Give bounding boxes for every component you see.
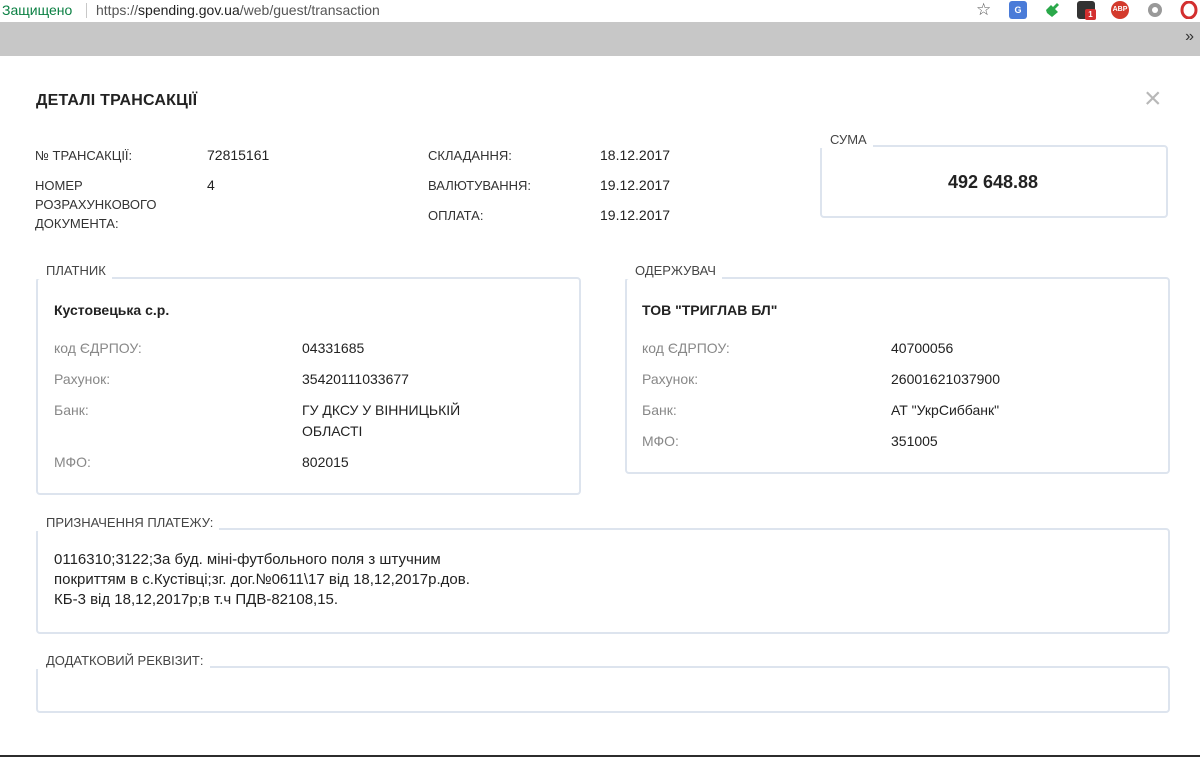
bookmarks-overflow-button[interactable]: » xyxy=(1185,28,1194,46)
payer-name: Кустовецька с.р. xyxy=(54,302,170,318)
circle-extension-icon[interactable] xyxy=(1146,1,1164,19)
recipient-legend: ОДЕРЖУВАЧ xyxy=(625,263,722,279)
payer-edrpou-label: код ЄДРПОУ: xyxy=(54,340,142,356)
purpose-line-2: покриттям в с.Кустівці;зг. дог.№0611\17 … xyxy=(54,571,470,588)
puzzle-icon[interactable] xyxy=(1043,1,1061,19)
translate-icon[interactable]: G xyxy=(1009,1,1027,19)
url-scheme: https:// xyxy=(96,2,139,18)
ghost-extension-icon[interactable]: 1 xyxy=(1077,1,1096,20)
url-text[interactable]: https://spending.gov.ua/web/guest/transa… xyxy=(96,0,380,20)
sum-legend: СУМА xyxy=(820,132,873,148)
payment-date-label: ОПЛАТА: xyxy=(428,208,484,223)
close-icon[interactable]: × xyxy=(1144,84,1162,114)
star-icon[interactable]: ☆ xyxy=(976,0,991,20)
address-separator xyxy=(86,3,87,18)
recipient-mfo-label: МФО: xyxy=(642,433,679,449)
transaction-dialog: ДЕТАЛІ ТРАНСАКЦІЇ × № ТРАНСАКЦІЇ: 728151… xyxy=(0,56,1200,755)
payer-account-label: Рахунок: xyxy=(54,371,111,387)
document-number-label-line1: НОМЕР xyxy=(35,178,83,193)
payer-bank-label: Банк: xyxy=(54,402,89,418)
document-number-label-line2: РОЗРАХУНКОВОГО xyxy=(35,197,157,212)
payer-legend: ПЛАТНИК xyxy=(36,263,112,279)
payment-date-value: 19.12.2017 xyxy=(600,207,671,223)
document-number-value: 4 xyxy=(207,177,215,193)
secure-label[interactable]: Защищено xyxy=(2,0,72,20)
purpose-text: 0116310;3122;За буд. міні-футбольного по… xyxy=(54,550,594,610)
payer-mfo-value: 802015 xyxy=(302,454,349,470)
adblock-icon[interactable]: ABP xyxy=(1111,1,1129,19)
compiled-date-value: 18.12.2017 xyxy=(600,147,671,163)
recipient-name: ТОВ "ТРИГЛАВ БЛ" xyxy=(642,302,778,318)
recipient-mfo-value: 351005 xyxy=(891,433,938,449)
transaction-number-label: № ТРАНСАКЦІЇ: xyxy=(35,148,133,163)
recipient-account-value: 26001621037900 xyxy=(891,371,1001,387)
value-date-label: ВАЛЮТУВАННЯ: xyxy=(428,178,532,193)
url-path: /web/guest/transaction xyxy=(239,2,380,18)
dialog-title: ДЕТАЛІ ТРАНСАКЦІЇ xyxy=(36,92,198,109)
extra-requisite-box xyxy=(36,666,1170,713)
purpose-legend: ПРИЗНАЧЕННЯ ПЛАТЕЖУ: xyxy=(36,515,220,531)
document-number-label-line3: ДОКУМЕНТА: xyxy=(35,216,119,231)
purpose-line-1: 0116310;3122;За буд. міні-футбольного по… xyxy=(54,551,441,568)
url-host: spending.gov.ua xyxy=(138,2,240,18)
sum-value: 492 648.88 xyxy=(947,172,1039,192)
address-bar[interactable]: Защищено https://spending.gov.ua/web/gue… xyxy=(0,0,1200,22)
opera-icon[interactable] xyxy=(1180,0,1198,20)
payer-bank-value-line2: ОБЛАСТІ xyxy=(302,423,363,439)
extra-requisite-legend: ДОДАТКОВИЙ РЕКВІЗИТ: xyxy=(36,653,210,669)
recipient-bank-label: Банк: xyxy=(642,402,677,418)
payer-edrpou-value: 04331685 xyxy=(302,340,365,356)
value-date-value: 19.12.2017 xyxy=(600,177,671,193)
payer-mfo-label: МФО: xyxy=(54,454,91,470)
recipient-bank-value: АТ "УкрСиббанк" xyxy=(891,402,1000,418)
compiled-date-label: СКЛАДАННЯ: xyxy=(428,148,512,163)
payer-account-value: 35420111033677 xyxy=(302,371,409,387)
purpose-line-3: КБ-3 від 18,12,2017р;в т.ч ПДВ-82108,15. xyxy=(54,591,339,608)
recipient-account-label: Рахунок: xyxy=(642,371,699,387)
bookmarks-bar: » xyxy=(0,22,1200,56)
recipient-edrpou-label: код ЄДРПОУ: xyxy=(642,340,730,356)
recipient-edrpou-value: 40700056 xyxy=(891,340,954,356)
transaction-number-value: 72815161 xyxy=(207,147,270,163)
payer-bank-value-line1: ГУ ДКСУ У ВІННИЦЬКІЙ xyxy=(302,402,461,418)
